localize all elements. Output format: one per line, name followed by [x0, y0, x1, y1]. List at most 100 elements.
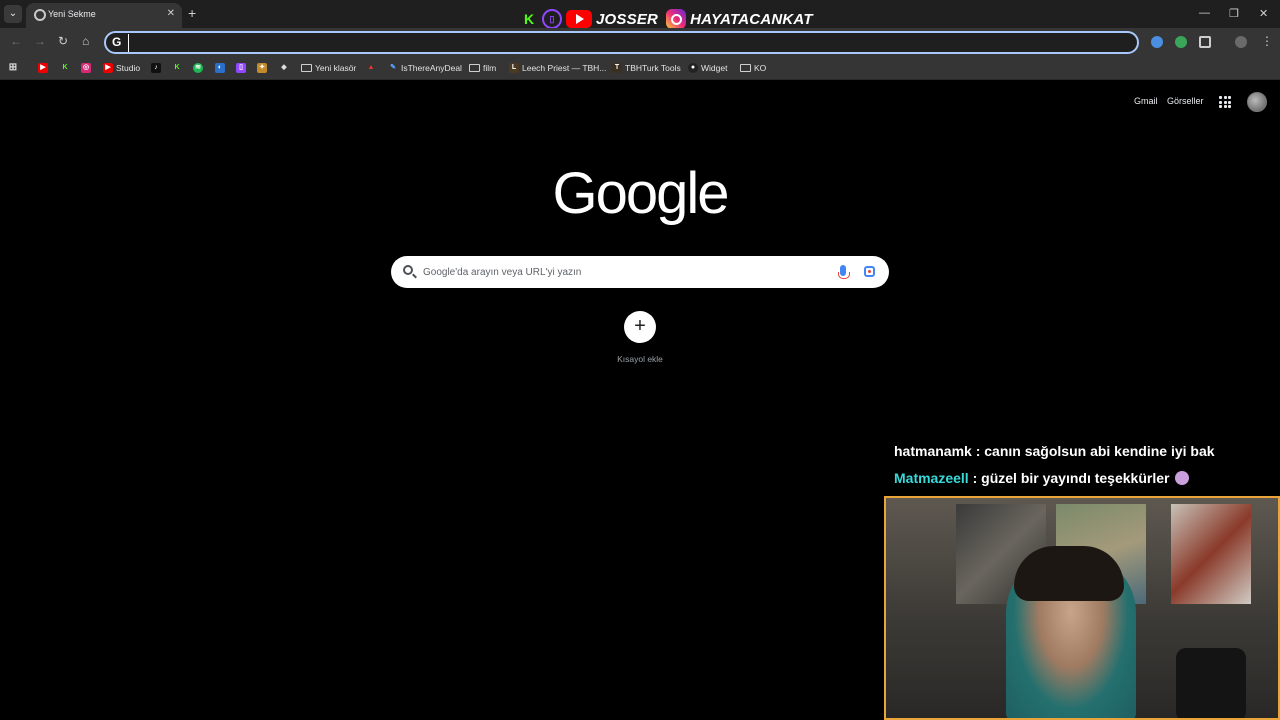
- wall-poster: [1171, 504, 1251, 604]
- bookmark-label: KO: [754, 63, 767, 73]
- chat-text: canın sağolsun abi kendine iyi bak: [984, 443, 1215, 459]
- chat-separator: :: [971, 443, 985, 459]
- chat-message: Matmazeell : güzel bir yayındı teşekkürl…: [894, 470, 1190, 486]
- chat-username: Matmazeell: [894, 470, 969, 486]
- bookmark-icon: T: [612, 63, 622, 73]
- add-shortcut-button[interactable]: +: [624, 311, 656, 343]
- diamond-icon: ◆: [281, 64, 287, 71]
- bookmarks-bar: ⊞ ▶ K ◎ ▶ Studio ♪ K ≋ ◐ ▯ ✦ ◆ Yeni klasö…: [0, 56, 1280, 80]
- add-shortcut-label: Kısayol ekle: [617, 354, 663, 364]
- bookmark-label: Studio: [116, 63, 141, 73]
- google-logo: Google: [552, 161, 729, 226]
- bookmark-twitch[interactable]: ▯: [236, 62, 246, 74]
- bookmark-youtube[interactable]: ▶: [38, 62, 48, 74]
- microphone-arm: [1176, 648, 1246, 718]
- steam-icon: ◐: [215, 63, 225, 73]
- browser-toolbar: ← → ↻ ⌂ G ⋮: [0, 28, 1280, 56]
- instagram-icon: ◎: [81, 63, 91, 73]
- gmail-link[interactable]: Gmail: [1134, 96, 1158, 106]
- bookmark-label: Widget: [701, 63, 728, 73]
- stream-brand-overlay: K ▯ JOSSER HAYATACANKAT: [520, 8, 817, 30]
- bookmark-icon: ●: [688, 63, 698, 73]
- extensions-puzzle-icon[interactable]: [1199, 36, 1211, 48]
- instagram-icon: [666, 9, 687, 29]
- bookmark-studio[interactable]: ▶ Studio: [103, 62, 140, 74]
- account-avatar[interactable]: [1247, 92, 1267, 112]
- chat-text: güzel bir yayındı teşekkürler: [981, 470, 1170, 486]
- tab-new-tab[interactable]: Yeni Sekme ✕: [26, 3, 182, 28]
- bookmark-widget[interactable]: ● Widget: [688, 62, 727, 74]
- tab-title: Yeni Sekme: [48, 9, 96, 19]
- apps-grid-icon[interactable]: ⊞: [8, 62, 18, 74]
- reload-button[interactable]: ↻: [58, 34, 68, 48]
- bookmark-label: Yeni klasör: [315, 63, 357, 73]
- bookmark-icon: ✦: [257, 63, 267, 73]
- webcam-overlay: [884, 496, 1280, 720]
- spotify-icon: ≋: [193, 63, 203, 73]
- close-window-button[interactable]: ✕: [1259, 7, 1268, 20]
- back-button[interactable]: ←: [10, 34, 22, 48]
- search-icon: [403, 265, 413, 275]
- bookmark-extension[interactable]: ✦: [257, 62, 267, 74]
- tab-strip: ⌄ Yeni Sekme ✕ + K ▯ JOSSER HAYATACANKAT…: [0, 0, 1280, 30]
- instagram-handle: HAYATACANKAT: [690, 10, 813, 28]
- bookmark-isthereanydeal[interactable]: ✎ IsThereAnyDeal: [388, 62, 462, 74]
- chat-separator: :: [968, 470, 982, 486]
- bookmark-kick[interactable]: K: [60, 62, 70, 74]
- home-button[interactable]: ⌂: [82, 34, 89, 48]
- bookmark-leech-priest[interactable]: L Leech Priest — TBH...: [509, 62, 606, 74]
- bookmark-folder-film[interactable]: film: [469, 62, 496, 74]
- restore-button[interactable]: ❐: [1229, 7, 1239, 20]
- google-apps-icon[interactable]: [1219, 96, 1231, 108]
- emoji-icon: [1175, 471, 1190, 485]
- bookmark-red-icon[interactable]: ▲: [366, 62, 376, 74]
- menu-kebab-icon[interactable]: ⋮: [1261, 34, 1273, 48]
- omnibox[interactable]: G: [104, 31, 1139, 54]
- bookmark-label: IsThereAnyDeal: [401, 63, 462, 73]
- bookmark-label: Leech Priest — TBH...: [522, 63, 607, 73]
- google-g-icon: G: [112, 35, 122, 49]
- streamer-hair: [1014, 546, 1124, 601]
- tab-search-icon[interactable]: ⌄: [4, 5, 22, 23]
- folder-icon: [469, 64, 480, 72]
- twitch-icon: ▯: [236, 63, 246, 73]
- microphone-icon[interactable]: [838, 265, 850, 279]
- tiktok-icon: ♪: [151, 63, 161, 73]
- isthereanydeal-icon: ✎: [390, 64, 396, 71]
- youtube-channel-name: JOSSER: [596, 10, 659, 28]
- bookmark-diamond[interactable]: ◆: [279, 62, 289, 74]
- chat-message: hatmanamk : canın sağolsun abi kendine i…: [894, 443, 1215, 459]
- bookmark-label: TBHTurk Tools: [625, 63, 681, 73]
- bookmark-label: film: [483, 63, 497, 73]
- bookmark-steam[interactable]: ◐: [215, 62, 225, 74]
- bookmark-instagram[interactable]: ◎: [81, 62, 91, 74]
- kick-icon: K: [174, 64, 180, 71]
- bookmark-kick-2[interactable]: K: [172, 62, 182, 74]
- kick-icon: K: [520, 10, 538, 28]
- forward-button[interactable]: →: [34, 34, 46, 48]
- minimize-button[interactable]: —: [1199, 7, 1210, 19]
- bookmark-tiktok[interactable]: ♪: [151, 62, 161, 74]
- address-bar-input[interactable]: [128, 34, 1118, 52]
- extension-icon[interactable]: [1151, 36, 1163, 48]
- folder-icon: [740, 64, 751, 72]
- profile-icon[interactable]: [1235, 36, 1247, 48]
- google-search-box[interactable]: [391, 256, 889, 288]
- new-tab-button[interactable]: +: [188, 5, 196, 21]
- bookmark-folder-yeni-klasor[interactable]: Yeni klasör: [301, 62, 356, 74]
- chat-username: hatmanamk: [894, 443, 972, 459]
- folder-icon: [301, 64, 312, 72]
- youtube-icon: ▶: [38, 63, 48, 73]
- kick-icon: K: [62, 64, 68, 71]
- twitch-icon: ▯: [542, 9, 562, 29]
- bookmark-folder-ko[interactable]: KO: [740, 62, 766, 74]
- bookmark-spotify[interactable]: ≋: [193, 62, 203, 74]
- extension-icon[interactable]: [1175, 36, 1187, 48]
- bookmark-icon: ▲: [367, 64, 375, 71]
- images-link[interactable]: Görseller: [1167, 96, 1204, 106]
- google-lens-icon[interactable]: [864, 266, 875, 277]
- tab-close-icon[interactable]: ✕: [167, 8, 175, 19]
- search-input[interactable]: [423, 263, 823, 281]
- bookmark-tbhturk-tools[interactable]: T TBHTurk Tools: [612, 62, 681, 74]
- youtube-studio-icon: ▶: [103, 63, 113, 73]
